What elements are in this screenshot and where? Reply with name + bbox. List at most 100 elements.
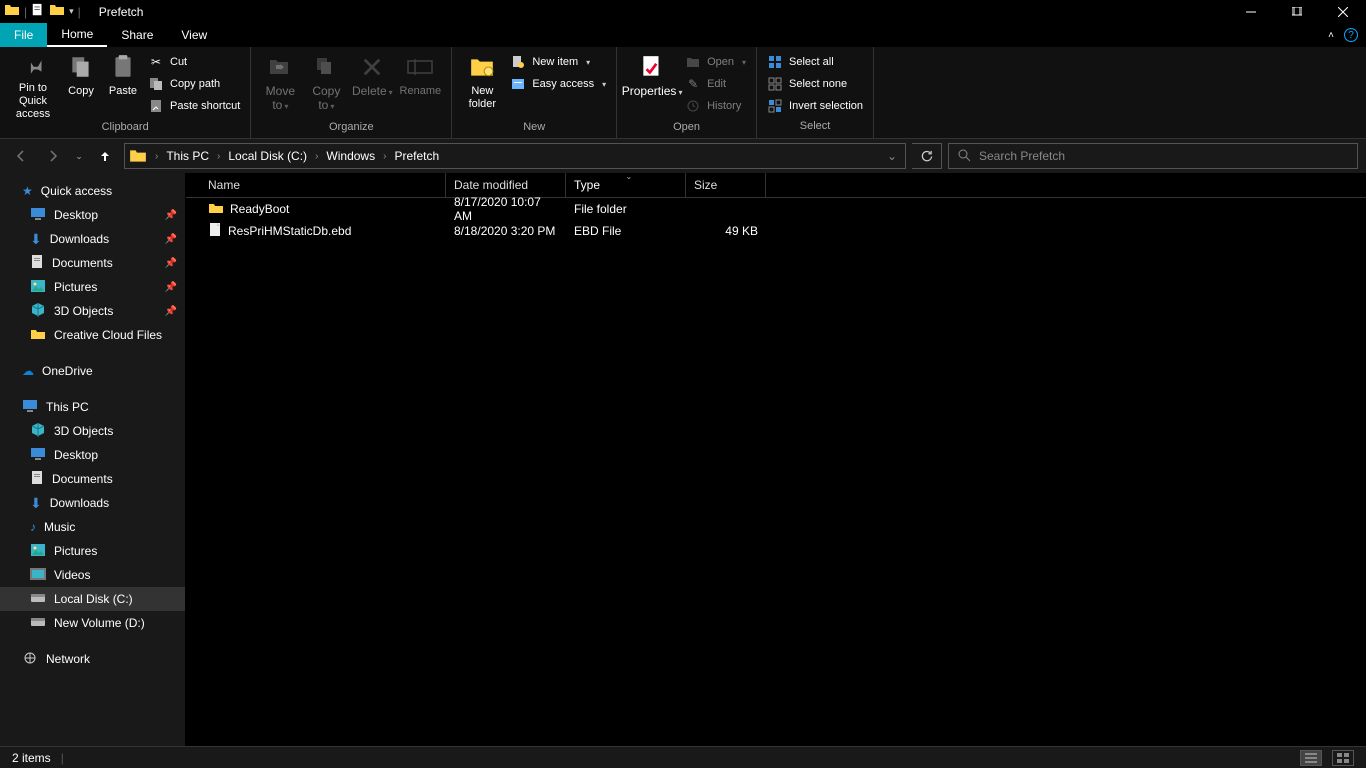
nav-item-music[interactable]: ♪Music [0,515,185,539]
view-large-icons-button[interactable] [1332,750,1354,766]
tab-home[interactable]: Home [47,23,107,47]
pin-icon: 📌 [165,210,177,221]
status-bar: 2 items | [0,746,1366,768]
address-bar[interactable]: › This PC › Local Disk (C:) › Windows › … [124,143,906,169]
search-box[interactable] [948,143,1358,169]
maximize-button[interactable] [1274,0,1320,23]
file-list[interactable]: ReadyBoot8/17/2020 10:07 AMFile folderRe… [186,198,1366,746]
history-button[interactable]: History [681,95,750,117]
nav-item-label: Creative Cloud Files [54,328,162,342]
group-organize: Move to▾ Copy to▾ Delete▾ Rename Organiz… [251,47,452,138]
nav-item-icon: ⬇ [30,231,42,248]
ribbon: Pin to Quick access Copy Paste ✂Cut Copy… [0,47,1366,139]
minimize-button[interactable] [1228,0,1274,23]
easy-access-button[interactable]: Easy access▾ [506,73,610,95]
breadcrumb-item[interactable]: Prefetch [388,144,445,168]
copy-button[interactable]: Copy [60,49,102,121]
nav-item-pictures[interactable]: Pictures📌 [0,275,185,299]
nav-item-icon [30,592,46,607]
group-open: Properties▾ Open▾ ✎Edit History Open [617,47,757,138]
nav-item-icon [30,470,44,489]
nav-item-local-disk-c-[interactable]: Local Disk (C:) [0,587,185,611]
breadcrumb-item[interactable]: Windows [320,144,381,168]
chevron-right-icon[interactable]: › [153,151,160,162]
nav-item-downloads[interactable]: ⬇Downloads [0,491,185,515]
copy-path-button[interactable]: Copy path [144,73,244,95]
pin-to-quick-access-button[interactable]: Pin to Quick access [6,49,60,121]
breadcrumb-item[interactable]: Local Disk (C:) [222,144,313,168]
nav-item-icon: ♪ [30,520,36,534]
paste-button[interactable]: Paste [102,49,144,121]
copy-icon [65,51,97,83]
qat-dropdown-icon[interactable]: ▾ [69,6,74,17]
file-size: 49 KB [686,224,766,238]
up-button[interactable] [92,143,118,169]
tab-share[interactable]: Share [107,23,167,47]
close-button[interactable] [1320,0,1366,23]
chevron-right-icon[interactable]: › [215,151,222,162]
delete-button[interactable]: Delete▾ [349,49,395,121]
column-header-type[interactable]: Type⌄ [566,173,686,197]
pin-icon: 📌 [165,282,177,293]
cut-button[interactable]: ✂Cut [144,51,244,73]
nav-item-desktop[interactable]: Desktop [0,443,185,467]
group-clipboard: Pin to Quick access Copy Paste ✂Cut Copy… [0,47,251,138]
nav-item-videos[interactable]: Videos [0,563,185,587]
select-none-button[interactable]: Select none [763,73,867,95]
nav-quick-access[interactable]: ★Quick access [0,179,185,203]
edit-button[interactable]: ✎Edit [681,73,750,95]
select-all-button[interactable]: Select all [763,51,867,73]
nav-item-icon [30,568,46,583]
nav-item-creative-cloud-files[interactable]: Creative Cloud Files [0,323,185,347]
collapse-ribbon-icon[interactable]: ˄ [1328,30,1334,41]
column-header-name[interactable]: Name [200,173,446,197]
nav-this-pc[interactable]: This PC [0,395,185,419]
properties-button[interactable]: Properties▾ [623,49,681,121]
forward-button[interactable] [40,143,66,169]
file-row[interactable]: ReadyBoot8/17/2020 10:07 AMFile folder [186,198,1366,220]
nav-item-label: Downloads [50,496,109,510]
open-button[interactable]: Open▾ [681,51,750,73]
tab-file[interactable]: File [0,23,47,47]
nav-item-3d-objects[interactable]: 3D Objects📌 [0,299,185,323]
nav-item-label: Videos [54,568,90,582]
copy-to-icon [310,51,342,83]
rename-button[interactable]: Rename [395,49,445,121]
properties-qat-icon[interactable] [31,3,45,20]
chevron-right-icon[interactable]: › [381,151,388,162]
tab-view[interactable]: View [167,23,221,47]
nav-item-new-volume-d-[interactable]: New Volume (D:) [0,611,185,635]
recent-locations-button[interactable]: ⌄ [72,143,86,169]
nav-item-documents[interactable]: Documents📌 [0,251,185,275]
move-to-button[interactable]: Move to▾ [257,49,303,121]
help-icon[interactable]: ? [1344,28,1358,42]
chevron-right-icon[interactable]: › [313,151,320,162]
new-folder-button[interactable]: New folder [458,49,506,121]
search-input[interactable] [979,149,1349,163]
cloud-icon: ☁ [22,364,34,378]
nav-item-desktop[interactable]: Desktop📌 [0,203,185,227]
nav-item-icon [30,254,44,273]
nav-item-3d-objects[interactable]: 3D Objects [0,419,185,443]
refresh-button[interactable] [912,143,942,169]
copy-to-button[interactable]: Copy to▾ [303,49,349,121]
column-header-date[interactable]: Date modified [446,173,566,197]
select-none-icon [767,76,783,92]
column-header-size[interactable]: Size [686,173,766,197]
address-dropdown-icon[interactable]: ⌄ [881,149,903,163]
file-row[interactable]: ResPriHMStaticDb.ebd8/18/2020 3:20 PMEBD… [186,220,1366,242]
back-button[interactable] [8,143,34,169]
nav-item-documents[interactable]: Documents [0,467,185,491]
nav-item-downloads[interactable]: ⬇Downloads📌 [0,227,185,251]
new-item-button[interactable]: New item▾ [506,51,610,73]
invert-selection-button[interactable]: Invert selection [763,95,867,117]
folder-qat-icon[interactable] [49,2,65,21]
nav-item-label: Documents [52,256,113,270]
delete-icon [356,51,388,83]
nav-item-pictures[interactable]: Pictures [0,539,185,563]
breadcrumb-item[interactable]: This PC [160,144,215,168]
paste-shortcut-button[interactable]: Paste shortcut [144,95,244,117]
nav-network[interactable]: Network [0,647,185,671]
nav-onedrive[interactable]: ☁OneDrive [0,359,185,383]
view-details-button[interactable] [1300,750,1322,766]
